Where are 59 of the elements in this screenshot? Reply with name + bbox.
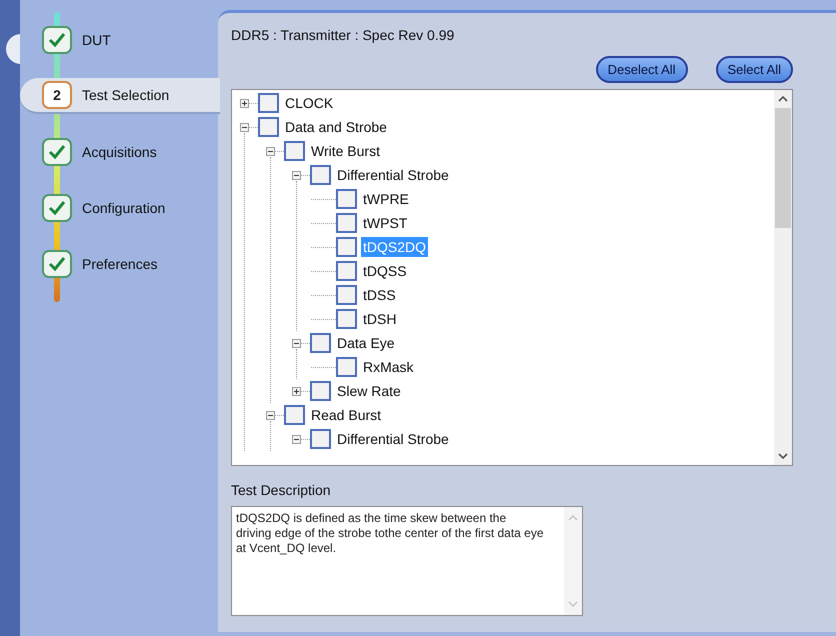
description-text: tDQS2DQ is defined as the time skew between the driving edge of the strobe tothe center of the first data eye at Vcent_DQ level.	[235, 510, 544, 556]
tree-item[interactable]: Read Burst	[309, 405, 384, 425]
collapse-icon[interactable]	[266, 146, 275, 156]
tree-item[interactable]: Slew Rate	[335, 381, 403, 401]
tree-item[interactable]: Differential Strobe	[335, 429, 451, 449]
scroll-down-icon	[568, 601, 578, 607]
step-item[interactable]: DUT	[20, 22, 218, 58]
check-icon	[42, 26, 72, 54]
checkbox[interactable]	[258, 93, 279, 113]
checkbox[interactable]	[336, 189, 357, 209]
collapse-icon[interactable]	[292, 434, 301, 444]
select-button[interactable]: Deselect All	[596, 56, 688, 83]
tree-item[interactable]: tDQSS	[361, 261, 409, 281]
collapse-icon[interactable]	[292, 170, 301, 180]
step-item[interactable]: 2 Test Selection	[20, 78, 220, 114]
checkbox[interactable]	[336, 309, 357, 329]
collapse-icon[interactable]	[240, 122, 249, 132]
tree-item[interactable]: Data Eye	[335, 333, 397, 353]
scroll-up-icon	[568, 515, 578, 521]
header-title: DDR5 : Transmitter : Spec Rev 0.99	[231, 26, 456, 45]
description-box[interactable]: tDQS2DQ is defined as the time skew between the driving edge of the strobe tothe center of the first data eye at Vcent_DQ level.	[231, 506, 583, 616]
tree-item[interactable]: Differential Strobe	[335, 165, 451, 185]
checkbox[interactable]	[310, 165, 331, 185]
expand-icon[interactable]	[292, 386, 301, 396]
check-icon	[42, 250, 72, 278]
tree-item[interactable]: Write Burst	[309, 141, 382, 161]
checkbox[interactable]	[336, 285, 357, 305]
step-item[interactable]: Acquisitions	[20, 134, 218, 170]
section-label: Test Description	[231, 481, 332, 500]
select-button[interactable]: Select All	[716, 56, 793, 83]
scroll-thumb[interactable]	[775, 108, 791, 228]
tree-item[interactable]: tDSH	[361, 309, 398, 329]
checkbox[interactable]	[336, 237, 357, 257]
checkbox[interactable]	[310, 333, 331, 353]
expand-icon[interactable]	[240, 98, 249, 108]
tree-item[interactable]: CLOCK	[283, 93, 336, 113]
checkbox[interactable]	[284, 405, 305, 425]
check-icon	[42, 194, 72, 222]
checkbox[interactable]	[336, 261, 357, 281]
scroll-up-icon[interactable]	[778, 96, 788, 102]
step-number: 2	[42, 81, 72, 109]
tree-item[interactable]: Data and Strobe	[283, 117, 389, 137]
scrollbar[interactable]	[774, 90, 792, 465]
step-item[interactable]: Preferences	[20, 246, 218, 282]
checkbox[interactable]	[310, 429, 331, 449]
tree-item[interactable]: tWPRE	[361, 189, 411, 209]
checkbox[interactable]	[336, 213, 357, 233]
scroll-down-icon[interactable]	[778, 453, 788, 459]
tree-item[interactable]: RxMask	[361, 357, 416, 377]
checkbox[interactable]	[258, 117, 279, 137]
collapse-icon[interactable]	[292, 338, 301, 348]
tree-item[interactable]: tWPST	[361, 213, 410, 233]
collapse-icon[interactable]	[266, 410, 275, 420]
checkbox[interactable]	[284, 141, 305, 161]
tree-item[interactable]: tDSS	[361, 285, 398, 305]
check-icon	[42, 138, 72, 166]
checkbox[interactable]	[310, 381, 331, 401]
checkbox[interactable]	[336, 357, 357, 377]
step-item[interactable]: Configuration	[20, 190, 218, 226]
